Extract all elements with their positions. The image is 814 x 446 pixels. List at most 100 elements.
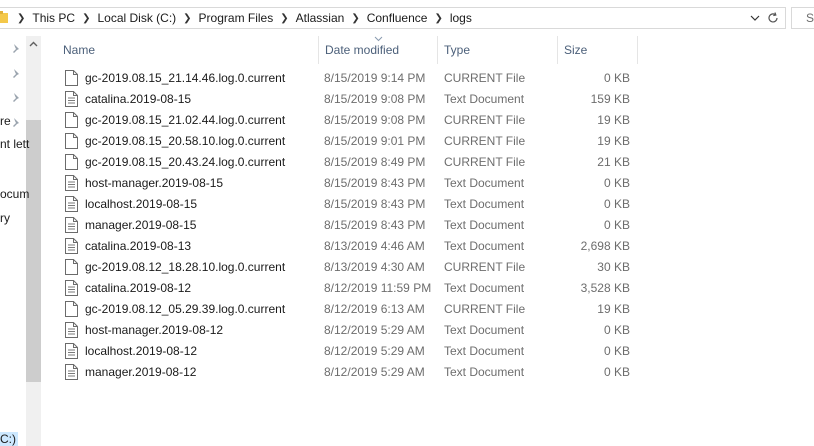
file-type: Text Document — [444, 218, 525, 232]
column-divider[interactable] — [637, 36, 638, 64]
file-name: gc-2019.08.12_05.29.39.log.0.current — [85, 302, 286, 316]
file-size: 0 KB — [603, 365, 630, 379]
file-type: CURRENT File — [444, 113, 526, 127]
file-row[interactable]: gc-2019.08.15_20.58.10.log.0.current 8/15… — [56, 131, 638, 152]
nav-scrollbar-thumb[interactable] — [26, 120, 41, 382]
file-row[interactable]: catalina.2019-08-12 8/12/2019 11:59 PM Tex… — [56, 278, 638, 299]
file-name: gc-2019.08.15_21.14.46.log.0.current — [85, 71, 286, 85]
file-name: gc-2019.08.15_20.43.24.log.0.current — [85, 155, 286, 169]
breadcrumb-program-files[interactable]: Program Files — [195, 11, 278, 25]
file-name: host-manager.2019-08-15 — [85, 176, 224, 190]
breadcrumb: ❯ This PC ❯ Local Disk (C:) ❯ Program Fi… — [14, 10, 476, 26]
file-row[interactable]: gc-2019.08.12_18.28.10.log.0.current 8/13… — [56, 257, 638, 278]
column-header-row: Name Date modified Type Size — [56, 36, 638, 64]
file-size: 19 KB — [597, 134, 630, 148]
pin-icon — [13, 69, 19, 78]
file-size: 0 KB — [603, 71, 630, 85]
nav-item[interactable]: re — [0, 114, 11, 128]
file-type: Text Document — [444, 197, 525, 211]
chevron-right-icon[interactable]: ❯ — [348, 13, 362, 24]
nav-item[interactable]: nt lett — [0, 137, 29, 151]
file-type: CURRENT File — [444, 260, 526, 274]
file-size: 19 KB — [597, 113, 630, 127]
chevron-down-icon[interactable] — [749, 12, 761, 24]
text-document-icon — [65, 196, 78, 212]
file-name: localhost.2019-08-15 — [85, 197, 198, 211]
file-row[interactable]: gc-2019.08.15_21.02.44.log.0.current 8/15… — [56, 110, 638, 131]
breadcrumb-logs[interactable]: logs — [446, 11, 476, 25]
file-icon — [65, 259, 78, 275]
file-date-modified: 8/15/2019 8:43 PM — [324, 218, 426, 232]
file-type: CURRENT File — [444, 134, 526, 148]
file-size: 21 KB — [597, 155, 630, 169]
file-row[interactable]: gc-2019.08.15_20.43.24.log.0.current 8/15… — [56, 152, 638, 173]
file-row[interactable]: gc-2019.08.15_21.14.46.log.0.current 8/15… — [56, 68, 638, 89]
file-type: Text Document — [444, 281, 525, 295]
text-document-icon — [65, 175, 78, 191]
file-size: 0 KB — [603, 323, 630, 337]
file-row[interactable]: host-manager.2019-08-12 8/12/2019 5:29 AM… — [56, 320, 638, 341]
file-row[interactable]: catalina.2019-08-13 8/13/2019 4:46 AM Text… — [56, 236, 638, 257]
file-date-modified: 8/15/2019 9:08 PM — [324, 92, 426, 106]
chevron-right-icon[interactable]: ❯ — [180, 13, 194, 24]
file-row[interactable]: manager.2019-08-12 8/12/2019 5:29 AM Text … — [56, 362, 638, 383]
file-size: 0 KB — [603, 197, 630, 211]
file-type: Text Document — [444, 365, 525, 379]
text-document-icon — [65, 217, 78, 233]
file-row[interactable]: gc-2019.08.12_05.29.39.log.0.current 8/12… — [56, 299, 638, 320]
column-header-type[interactable]: Type — [437, 36, 557, 64]
refresh-icon[interactable] — [766, 11, 780, 25]
chevron-right-icon[interactable]: ❯ — [79, 13, 93, 24]
file-date-modified: 8/13/2019 4:30 AM — [324, 260, 425, 274]
chevron-right-icon[interactable]: ❯ — [431, 13, 445, 24]
file-date-modified: 8/15/2019 8:49 PM — [324, 155, 426, 169]
file-size: 0 KB — [603, 344, 630, 358]
file-type: Text Document — [444, 176, 525, 190]
chevron-up-icon[interactable] — [29, 40, 38, 49]
column-header-name[interactable]: Name — [56, 36, 318, 64]
file-size: 30 KB — [597, 260, 630, 274]
file-icon — [65, 133, 78, 149]
text-document-icon — [65, 364, 78, 380]
file-date-modified: 8/12/2019 5:29 AM — [324, 344, 425, 358]
file-row[interactable]: localhost.2019-08-15 8/15/2019 8:43 PM Tex… — [56, 194, 638, 215]
chevron-right-icon[interactable]: ❯ — [277, 13, 291, 24]
folder-icon — [0, 11, 8, 23]
sort-descending-icon — [374, 36, 383, 42]
breadcrumb-atlassian[interactable]: Atlassian — [292, 11, 349, 25]
file-icon — [65, 154, 78, 170]
file-icon — [65, 112, 78, 128]
file-type: Text Document — [444, 92, 525, 106]
nav-item-selected[interactable]: C:) — [0, 432, 18, 446]
file-name: gc-2019.08.15_20.58.10.log.0.current — [85, 134, 286, 148]
breadcrumb-local-disk[interactable]: Local Disk (C:) — [93, 11, 180, 25]
breadcrumb-confluence[interactable]: Confluence — [363, 11, 432, 25]
text-document-icon — [65, 322, 78, 338]
file-type: Text Document — [444, 239, 525, 253]
file-row[interactable]: host-manager.2019-08-15 8/15/2019 8:43 PM… — [56, 173, 638, 194]
file-row[interactable]: localhost.2019-08-12 8/12/2019 5:29 AM Tex… — [56, 341, 638, 362]
breadcrumb-this-pc[interactable]: This PC — [28, 11, 79, 25]
nav-item[interactable]: ocum — [0, 187, 29, 201]
file-type: CURRENT File — [444, 302, 526, 316]
pin-icon — [13, 118, 19, 127]
file-row[interactable]: catalina.2019-08-15 8/15/2019 9:08 PM Text… — [56, 89, 638, 110]
file-name: catalina.2019-08-13 — [85, 239, 192, 253]
file-type: CURRENT File — [444, 71, 526, 85]
file-name: manager.2019-08-15 — [85, 218, 197, 232]
text-document-icon — [65, 280, 78, 296]
file-size: 159 KB — [590, 92, 630, 106]
pin-icon — [13, 93, 19, 102]
file-row[interactable]: manager.2019-08-15 8/15/2019 8:43 PM Text … — [56, 215, 638, 236]
file-size: 3,528 KB — [580, 281, 630, 295]
file-name: catalina.2019-08-12 — [85, 281, 192, 295]
file-name: gc-2019.08.15_21.02.44.log.0.current — [85, 113, 286, 127]
file-name: host-manager.2019-08-12 — [85, 323, 224, 337]
address-bar: ❯ This PC ❯ Local Disk (C:) ❯ Program Fi… — [0, 0, 814, 36]
column-header-size[interactable]: Size — [557, 36, 637, 64]
file-size: 2,698 KB — [580, 239, 630, 253]
nav-item[interactable]: ry — [0, 211, 10, 225]
file-date-modified: 8/15/2019 9:01 PM — [324, 134, 426, 148]
search-placeholder: Se — [806, 11, 814, 25]
chevron-right-icon[interactable]: ❯ — [14, 13, 28, 24]
